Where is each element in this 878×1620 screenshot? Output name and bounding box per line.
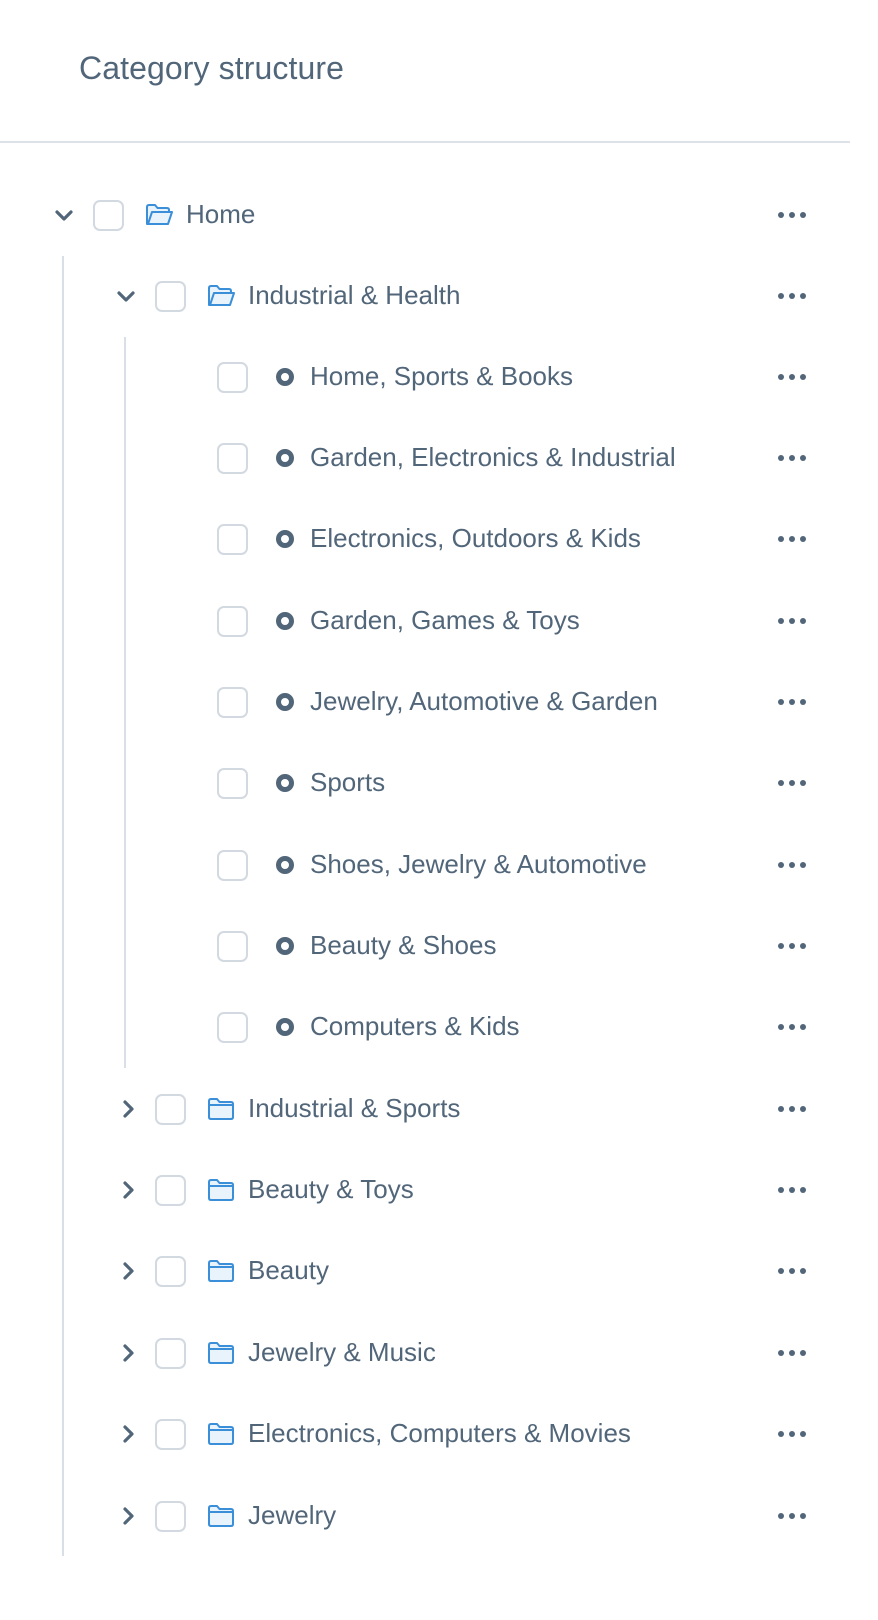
folder-icon	[207, 1422, 235, 1446]
row-checkbox[interactable]	[217, 606, 248, 637]
tree-row-leaf[interactable]: Beauty & Shoes	[0, 918, 850, 974]
tree-row-root[interactable]: Home	[0, 187, 850, 243]
circle-bullet-icon	[276, 368, 294, 386]
tree-row-label: Industrial & Health	[248, 280, 461, 310]
circle-bullet-icon	[276, 693, 294, 711]
tree-row-label: Home, Sports & Books	[310, 361, 573, 391]
more-horizontal-icon[interactable]	[776, 1504, 808, 1528]
folder-open-icon	[207, 284, 235, 308]
more-horizontal-icon[interactable]	[776, 690, 808, 714]
tree-row-leaf[interactable]: Electronics, Outdoors & Kids	[0, 511, 850, 567]
tree-row-folder[interactable]: Beauty & Toys	[0, 1162, 850, 1218]
more-horizontal-icon[interactable]	[776, 203, 808, 227]
more-horizontal-icon[interactable]	[776, 1259, 808, 1283]
tree-row-leaf[interactable]: Sports	[0, 755, 850, 811]
row-checkbox[interactable]	[155, 1338, 186, 1369]
panel-edge	[850, 0, 878, 1620]
tree-row-folder[interactable]: Industrial & Health	[0, 268, 850, 324]
folder-icon	[207, 1504, 235, 1528]
row-checkbox[interactable]	[217, 524, 248, 555]
chevron-down-icon[interactable]	[52, 203, 76, 227]
more-horizontal-icon[interactable]	[776, 853, 808, 877]
category-tree: Home Industrial & Health Home, Sports & …	[0, 143, 850, 1620]
chevron-down-icon[interactable]	[114, 284, 138, 308]
tree-row-folder[interactable]: Jewelry & Music	[0, 1325, 850, 1381]
row-checkbox[interactable]	[217, 362, 248, 393]
tree-row-label: Electronics, Outdoors & Kids	[310, 523, 641, 553]
tree-row-label: Garden, Games & Toys	[310, 605, 580, 635]
more-horizontal-icon[interactable]	[776, 365, 808, 389]
tree-row-label: Industrial & Sports	[248, 1093, 461, 1123]
row-checkbox[interactable]	[155, 1256, 186, 1287]
circle-bullet-icon	[276, 449, 294, 467]
circle-bullet-icon	[276, 774, 294, 792]
circle-bullet-icon	[276, 1018, 294, 1036]
tree-row-folder[interactable]: Industrial & Sports	[0, 1081, 850, 1137]
row-checkbox[interactable]	[217, 768, 248, 799]
tree-row-leaf[interactable]: Computers & Kids	[0, 999, 850, 1055]
tree-row-leaf[interactable]: Garden, Electronics & Industrial	[0, 430, 850, 486]
tree-row-leaf[interactable]: Garden, Games & Toys	[0, 593, 850, 649]
folder-icon	[207, 1341, 235, 1365]
tree-row-folder[interactable]: Jewelry	[0, 1488, 850, 1544]
chevron-right-icon[interactable]	[116, 1097, 140, 1121]
row-checkbox[interactable]	[217, 931, 248, 962]
more-horizontal-icon[interactable]	[776, 1097, 808, 1121]
folder-open-icon	[145, 203, 173, 227]
row-checkbox[interactable]	[155, 1501, 186, 1532]
more-horizontal-icon[interactable]	[776, 284, 808, 308]
folder-icon	[207, 1178, 235, 1202]
circle-bullet-icon	[276, 612, 294, 630]
more-horizontal-icon[interactable]	[776, 527, 808, 551]
tree-row-leaf[interactable]: Jewelry, Automotive & Garden	[0, 674, 850, 730]
tree-row-leaf[interactable]: Home, Sports & Books	[0, 349, 850, 405]
tree-row-label: Beauty	[248, 1255, 329, 1285]
circle-bullet-icon	[276, 856, 294, 874]
tree-row-label: Jewelry	[248, 1500, 337, 1530]
more-horizontal-icon[interactable]	[776, 934, 808, 958]
page-title: Category structure	[79, 50, 345, 86]
chevron-right-icon[interactable]	[116, 1178, 140, 1202]
chevron-right-icon[interactable]	[116, 1341, 140, 1365]
tree-row-label: Electronics, Computers & Movies	[248, 1418, 631, 1448]
tree-row-label: Shoes, Jewelry & Automotive	[310, 849, 647, 879]
circle-bullet-icon	[276, 530, 294, 548]
chevron-right-icon[interactable]	[116, 1422, 140, 1446]
more-horizontal-icon[interactable]	[776, 771, 808, 795]
row-checkbox[interactable]	[155, 1094, 186, 1125]
tree-row-label: Computers & Kids	[310, 1011, 520, 1041]
tree-row-label: Beauty & Toys	[248, 1174, 414, 1204]
folder-icon	[207, 1259, 235, 1283]
panel-header: Category structure	[0, 0, 850, 143]
chevron-right-icon[interactable]	[116, 1504, 140, 1528]
row-checkbox[interactable]	[217, 443, 248, 474]
chevron-right-icon[interactable]	[116, 1259, 140, 1283]
row-checkbox[interactable]	[155, 1419, 186, 1450]
more-horizontal-icon[interactable]	[776, 446, 808, 470]
tree-row-label: Beauty & Shoes	[310, 930, 497, 960]
tree-row-label: Home	[186, 199, 256, 229]
tree-row-leaf[interactable]: Shoes, Jewelry & Automotive	[0, 837, 850, 893]
tree-row-label: Garden, Electronics & Industrial	[310, 442, 676, 472]
more-horizontal-icon[interactable]	[776, 1422, 808, 1446]
tree-row-label: Jewelry & Music	[248, 1337, 436, 1367]
tree-row-folder[interactable]: Beauty	[0, 1243, 850, 1299]
tree-row-folder[interactable]: Electronics, Computers & Movies	[0, 1406, 850, 1462]
row-checkbox[interactable]	[217, 1012, 248, 1043]
row-checkbox[interactable]	[93, 200, 124, 231]
row-checkbox[interactable]	[217, 687, 248, 718]
circle-bullet-icon	[276, 937, 294, 955]
tree-row-label: Jewelry, Automotive & Garden	[310, 686, 658, 716]
more-horizontal-icon[interactable]	[776, 609, 808, 633]
row-checkbox[interactable]	[155, 281, 186, 312]
folder-icon	[207, 1097, 235, 1121]
more-horizontal-icon[interactable]	[776, 1015, 808, 1039]
row-checkbox[interactable]	[217, 850, 248, 881]
more-horizontal-icon[interactable]	[776, 1178, 808, 1202]
row-checkbox[interactable]	[155, 1175, 186, 1206]
tree-row-label: Sports	[310, 767, 386, 797]
more-horizontal-icon[interactable]	[776, 1341, 808, 1365]
